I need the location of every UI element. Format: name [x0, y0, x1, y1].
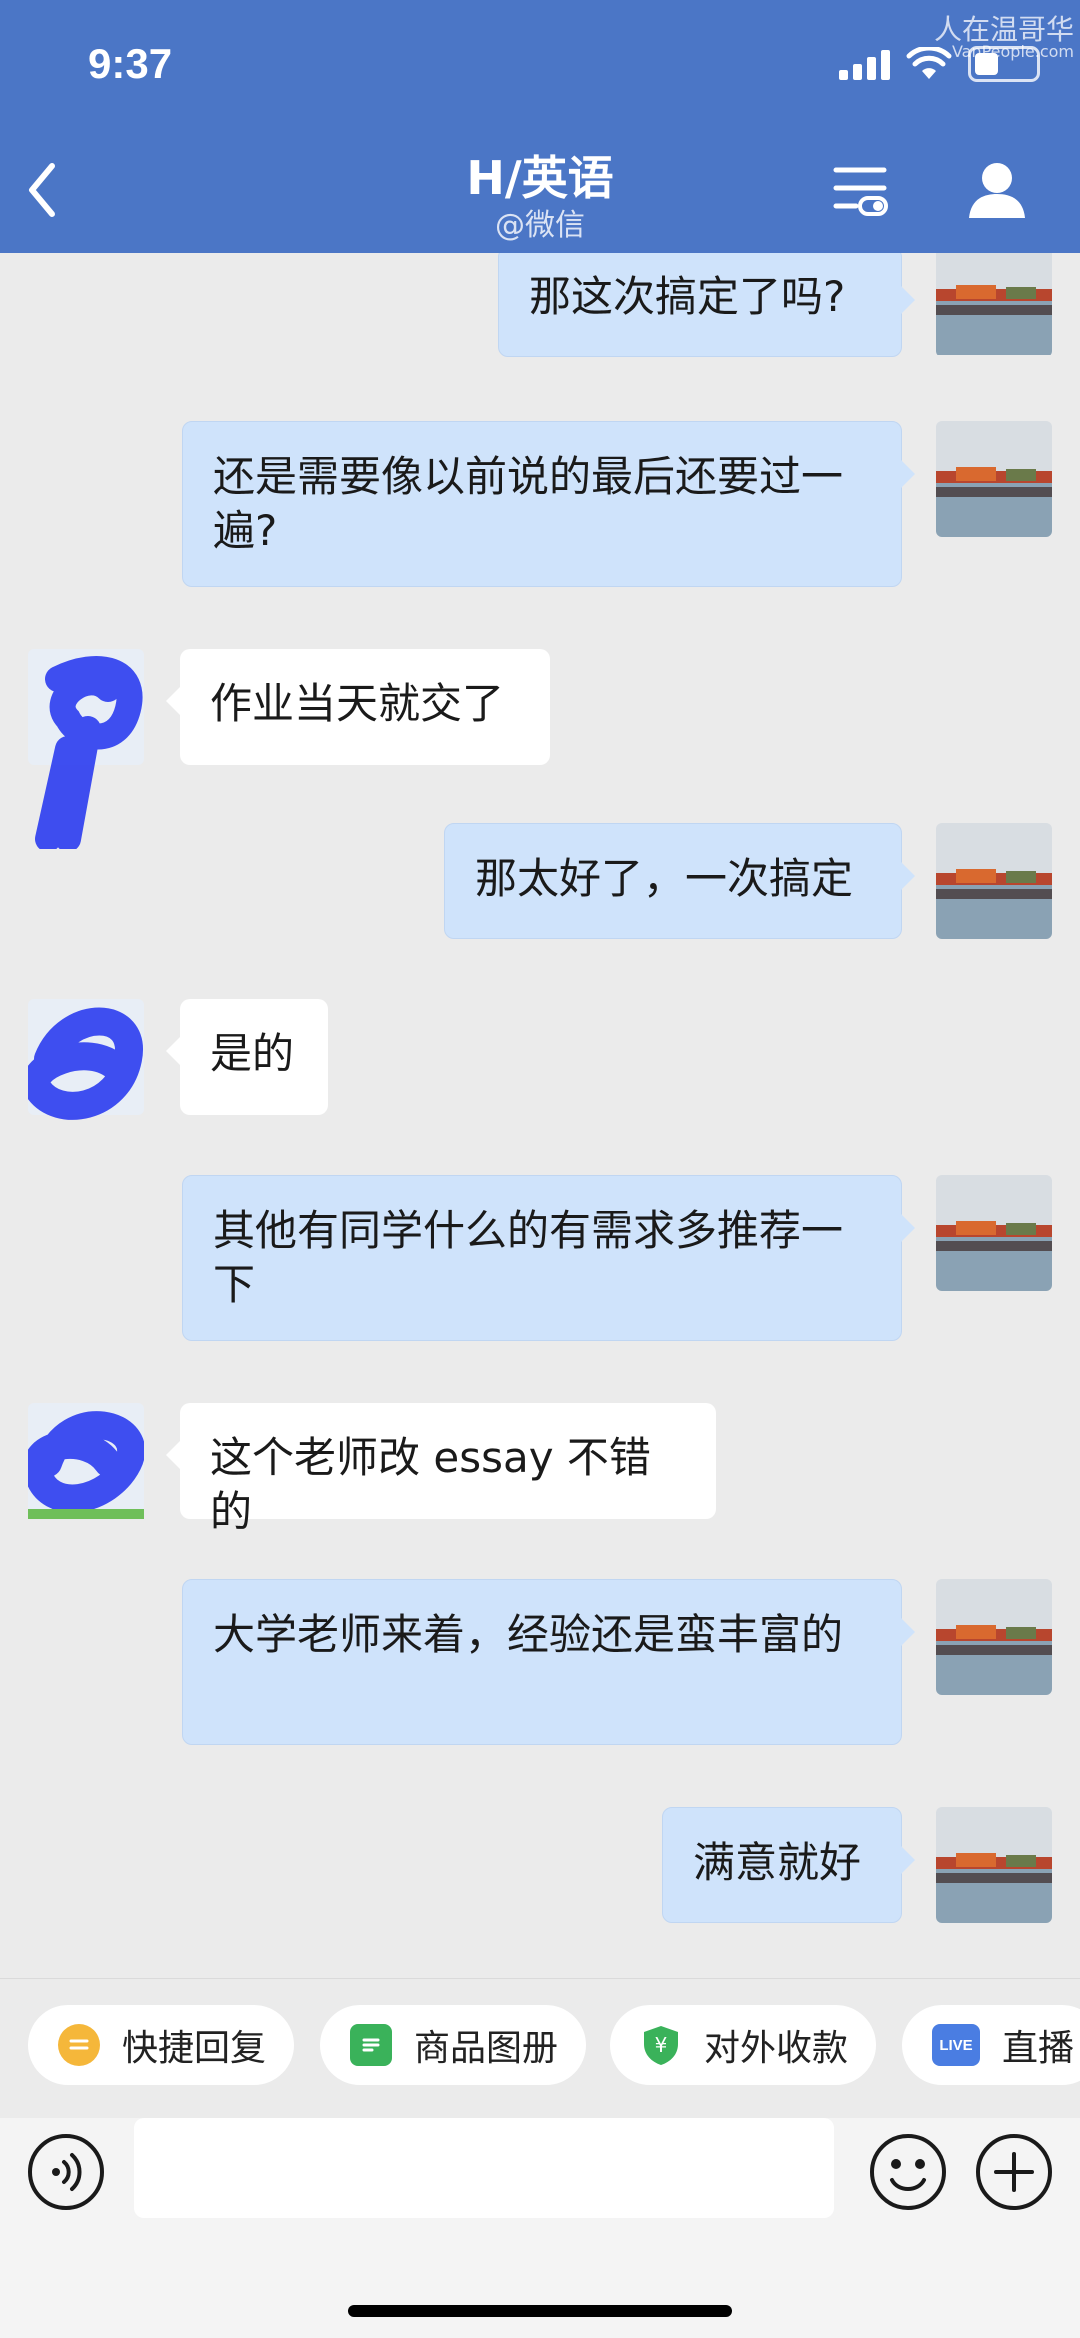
message-bubble-sent[interactable]: 大学老师来着，经验还是蛮丰富的 [182, 1579, 915, 1745]
message-text: 那这次搞定了吗? [529, 272, 846, 321]
svg-text:¥: ¥ [655, 2033, 668, 2057]
message-text: 是的 [210, 1029, 295, 1078]
contact-avatar[interactable] [23, 1403, 145, 1519]
message-bubble-sent[interactable]: 那这次搞定了吗? [498, 253, 915, 357]
my-avatar[interactable] [936, 421, 1052, 537]
message-list[interactable]: 那这次搞定了吗? 还是需要像以前说的最后还要过一遍? 作业当天就交了 那太好了，… [0, 253, 1080, 1978]
message-text: 其他有同学什么的有需求多推荐一下 [213, 1206, 844, 1309]
my-avatar[interactable] [936, 1175, 1052, 1291]
chat-subtitle: @微信 [495, 208, 585, 243]
quick-reply-button[interactable]: 快捷回复 [28, 2005, 295, 2085]
input-bar [0, 2118, 1080, 2338]
message-text: 满意就好 [693, 1838, 862, 1887]
my-avatar[interactable] [936, 823, 1052, 939]
payment-icon: ¥ [640, 2024, 682, 2066]
my-avatar[interactable] [936, 1807, 1052, 1923]
message-text: 那太好了，一次搞定 [475, 854, 854, 903]
payment-button[interactable]: ¥ 对外收款 [610, 2005, 877, 2085]
live-button[interactable]: LIVE 直播 [902, 2005, 1080, 2085]
message-text: 还是需要像以前说的最后还要过一遍? [213, 452, 844, 555]
more-button[interactable] [974, 2132, 1054, 2212]
profile-button[interactable] [965, 158, 1029, 222]
my-avatar[interactable] [936, 253, 1052, 357]
message-bubble-sent[interactable]: 那太好了，一次搞定 [444, 823, 915, 939]
chat-title: H/英语 [466, 151, 614, 205]
chat-header: 9:37 人在温哥华 VanPeople.com H/英语 @微信 [0, 0, 1080, 253]
message-input[interactable] [134, 2118, 834, 2218]
quick-reply-icon [58, 2024, 100, 2066]
home-indicator [348, 2305, 732, 2317]
voice-button[interactable] [26, 2132, 106, 2212]
message-bubble-sent[interactable]: 其他有同学什么的有需求多推荐一下 [182, 1175, 915, 1341]
wifi-icon [906, 47, 952, 79]
signal-icon [839, 48, 890, 80]
chip-label: 快捷回复 [122, 2028, 267, 2069]
emoji-button[interactable] [868, 2132, 948, 2212]
chip-label: 商品图册 [414, 2028, 559, 2069]
my-avatar[interactable] [936, 1579, 1052, 1695]
message-text: 作业当天就交了 [210, 679, 505, 728]
quick-actions-bar: 快捷回复 商品图册 ¥ 对外收款 LIVE 直播 [0, 1978, 1080, 2118]
message-bubble-sent[interactable]: 还是需要像以前说的最后还要过一遍? [182, 421, 915, 587]
status-icons [839, 46, 1040, 82]
status-time: 9:37 [88, 40, 173, 87]
message-bubble-sent[interactable]: 满意就好 [662, 1807, 915, 1923]
message-text: 这个老师改 essay 不错的 [210, 1433, 651, 1536]
message-bubble-received[interactable]: 是的 [166, 999, 328, 1115]
catalog-icon [350, 2024, 392, 2066]
contact-avatar[interactable] [21, 999, 144, 1120]
contact-avatar[interactable] [28, 649, 144, 852]
battery-icon [968, 46, 1040, 82]
message-bubble-received[interactable]: 作业当天就交了 [166, 649, 550, 765]
live-icon: LIVE [932, 2024, 980, 2066]
catalog-button[interactable]: 商品图册 [320, 2005, 587, 2085]
chip-label: 对外收款 [704, 2028, 849, 2069]
chat-menu-button[interactable] [832, 162, 888, 218]
chip-label: 直播 [1002, 2028, 1075, 2069]
message-bubble-received[interactable]: 这个老师改 essay 不错的 [166, 1403, 716, 1536]
message-text: 大学老师来着，经验还是蛮丰富的 [213, 1610, 844, 1659]
